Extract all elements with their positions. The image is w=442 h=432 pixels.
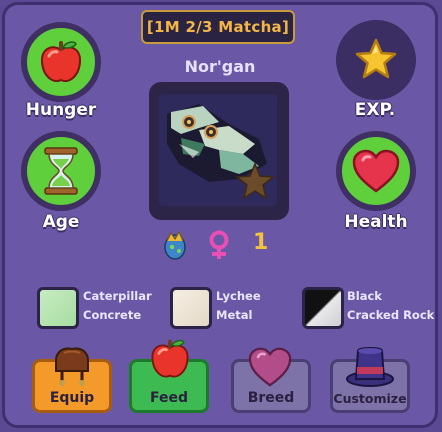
pet-title-badge: [1M 2/3 Matcha] [141, 10, 295, 44]
color-swatch-caterpillar[interactable] [37, 287, 79, 329]
heart-icon [248, 347, 292, 387]
equip-label: Equip [49, 390, 95, 406]
feed-label: Feed [149, 390, 188, 406]
exp-stat[interactable] [336, 20, 416, 100]
customize-label: Customize [333, 391, 407, 406]
female-icon [209, 230, 229, 259]
hourglass-icon [44, 147, 78, 195]
exp-label: EXP. [354, 100, 396, 120]
trait-3-material: Cracked Rock [347, 308, 435, 322]
apple-icon [151, 339, 189, 378]
color-swatch-lychee[interactable] [170, 287, 212, 329]
hunger-stat[interactable] [21, 22, 101, 102]
breed-label: Breed [247, 390, 295, 406]
pet-portrait-frame [149, 82, 289, 220]
age-label: Age [42, 212, 80, 232]
star-icon [355, 38, 397, 79]
trait-1-color: Caterpillar [83, 289, 152, 303]
age-stat[interactable] [21, 131, 101, 211]
trait-3-color: Black [347, 289, 382, 303]
color-swatch-black[interactable] [302, 287, 344, 329]
pet-name: Nor'gan [184, 57, 256, 76]
trait-1-material: Concrete [83, 308, 142, 322]
health-stat[interactable] [336, 131, 416, 211]
hunger-label: Hunger [25, 100, 97, 120]
heart-icon [352, 149, 400, 193]
trait-2: Lychee Metal [216, 287, 261, 325]
trait-2-color: Lychee [216, 289, 261, 303]
dragon-egg-icon [164, 230, 186, 260]
pet-portrait [159, 94, 277, 206]
health-label: Health [344, 212, 408, 232]
apple-icon [40, 41, 82, 82]
pet-level: 1 [253, 230, 269, 255]
trait-2-material: Metal [216, 308, 253, 322]
pet-dragon-image [167, 104, 275, 200]
top-hat-icon [346, 347, 394, 387]
saddle-icon [55, 347, 89, 386]
trait-1: Caterpillar Concrete [83, 287, 152, 325]
trait-3: Black Cracked Rock [347, 287, 434, 325]
